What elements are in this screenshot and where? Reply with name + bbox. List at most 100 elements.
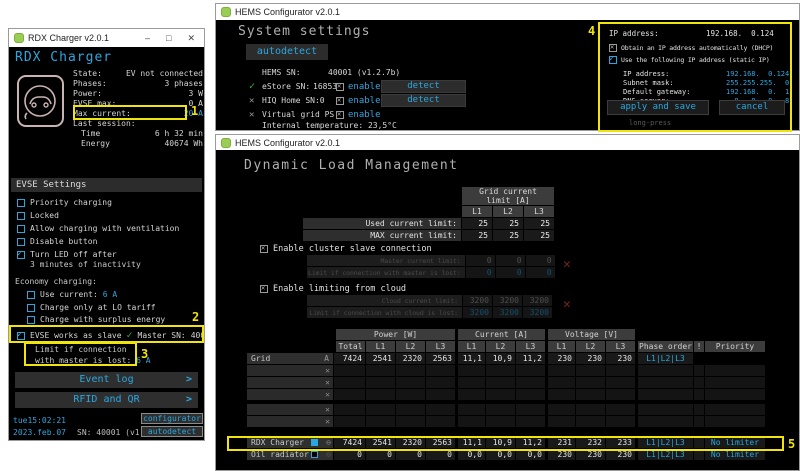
checkbox[interactable] — [17, 199, 25, 207]
device-enabled-checkbox[interactable] — [311, 451, 318, 458]
clock-time: tue15:02:21 — [13, 416, 66, 425]
led-off-option[interactable]: Turn LED off after — [17, 250, 117, 259]
antenna-icon: A — [324, 354, 329, 363]
connection-icon: ⊖ — [326, 450, 331, 459]
vgrid-label: Virtual grid PS: — [262, 110, 339, 119]
limit-lost-line2: with master is lost: 6 A — [35, 356, 151, 365]
static-ip-option[interactable]: Use the following IP address (static IP) — [609, 56, 770, 64]
checkbox[interactable] — [609, 44, 617, 52]
lo-tariff-option[interactable]: Charge only at LO tariff — [27, 303, 156, 312]
use-current-option[interactable]: Use current:6 A — [27, 290, 117, 299]
current-group-header: Current [A] — [456, 329, 545, 340]
cancel-button[interactable]: cancel — [719, 100, 785, 115]
checkbox[interactable] — [27, 304, 35, 312]
dhcp-option[interactable]: Obtain an IP address automatically (DHCP… — [609, 44, 773, 52]
energy-label: Energy — [81, 139, 110, 149]
checkbox[interactable] — [17, 212, 25, 220]
evse-max-label: EVSE max: — [73, 99, 116, 109]
phase-order-value: L1|L2|L3 — [636, 449, 693, 460]
checkbox[interactable] — [17, 238, 25, 246]
evse-max-value: 0 A — [189, 99, 203, 109]
checkbox[interactable] — [27, 316, 35, 324]
enable-checkbox[interactable] — [336, 111, 344, 119]
device-table: Power [W] Current [A] Voltage [V] Total … — [246, 328, 766, 461]
surplus-option[interactable]: Charge with surplus energy — [27, 315, 165, 324]
cloud-limit-table: Cloud current limit:320032003200 Limit i… — [306, 294, 553, 319]
clock-date: 2023.feb.07 — [13, 428, 66, 437]
rdx-titlebar: RDX Charger v2.0.1 – □ ✕ — [9, 29, 204, 47]
checkbox-checked[interactable] — [17, 332, 25, 340]
max-limit-l3[interactable]: 25 — [524, 230, 554, 241]
table-row-empty: ✕ — [247, 416, 765, 427]
col-l1: L1 — [546, 341, 575, 352]
ventilation-option[interactable]: Allow charging with ventilation — [17, 224, 179, 233]
minimize-icon[interactable]: – — [145, 33, 150, 44]
grid-limit-header: Grid current limit [A] — [462, 187, 554, 205]
rdx-charger-window: RDX Charger v2.0.1 – □ ✕ RDX Charger Sta… — [8, 28, 205, 441]
priority-charging-option[interactable]: Priority charging — [17, 198, 112, 207]
remove-row-icon[interactable]: ✕ — [325, 417, 330, 426]
charger-status-panel: State:EV not connected Phases:3 phases P… — [73, 69, 203, 149]
max-current-label: Max current: — [73, 109, 131, 119]
configurator-button[interactable]: configurator — [141, 413, 203, 424]
hiq-row: ✕ HIQ Home SN:0 enable detect — [216, 96, 596, 108]
hems-sn-label: HEMS SN: — [262, 68, 301, 77]
checkbox[interactable] — [17, 225, 25, 233]
cloud-error-icon: ✕ — [563, 297, 571, 312]
phase-order-value: L1|L2|L3 — [636, 437, 693, 448]
apply-and-save-button[interactable]: apply and save — [607, 100, 709, 115]
phases-label: Phases: — [73, 79, 107, 89]
cluster-slave-option[interactable]: Enable cluster slave connection — [260, 244, 432, 254]
default-gateway-value[interactable]: 192.168. 0. 1 — [726, 88, 789, 96]
locked-option[interactable]: Locked — [17, 211, 59, 220]
phases-value: 3 phases — [164, 79, 203, 89]
rfid-qr-button[interactable]: RFID and QR> — [15, 392, 198, 408]
cluster-limit-table: Master current limit:000 Limit if connec… — [306, 254, 556, 279]
grid-current-limit-table: Grid current limit [A] L1 L2 L3 Used cur… — [302, 186, 555, 242]
disable-button-option[interactable]: Disable button — [17, 237, 97, 246]
close-icon[interactable]: ✕ — [187, 33, 195, 44]
table-row-empty: ✕ — [247, 365, 765, 376]
ok-check-icon: ✓ — [127, 330, 133, 341]
detect-button[interactable]: detect — [381, 94, 466, 107]
used-limit-l1: 25 — [462, 218, 492, 229]
detect-button[interactable]: detect — [381, 80, 466, 93]
hiq-label: HIQ Home SN:0 — [262, 96, 325, 105]
priority-value[interactable]: No limiter — [705, 449, 765, 460]
state-value: EV not connected — [126, 69, 203, 79]
checkbox-checked[interactable] — [609, 56, 617, 64]
checkbox[interactable] — [260, 285, 268, 293]
device-enabled-checkbox[interactable] — [311, 439, 318, 446]
subnet-mask-value[interactable]: 255.255.255. 0 — [726, 79, 789, 87]
max-limit-l2[interactable]: 25 — [493, 230, 523, 241]
ip-address-value: 192.168. 0.124 — [706, 29, 774, 38]
static-ip-label: IP address: — [623, 70, 669, 78]
enable-label: enable — [348, 82, 381, 92]
subnet-mask-label: Subnet mask: — [623, 79, 674, 87]
checkbox[interactable] — [260, 245, 268, 253]
max-limit-l1[interactable]: 25 — [462, 230, 492, 241]
use-current-value: 6 A — [103, 290, 117, 299]
checkbox-checked[interactable] — [17, 251, 25, 259]
enable-checkbox[interactable] — [336, 83, 344, 91]
autodetect-button[interactable]: autodetect — [141, 426, 203, 437]
maximize-icon[interactable]: □ — [166, 33, 171, 44]
max-current-value: 20 A — [184, 109, 203, 119]
ev-car-icon — [17, 75, 64, 127]
col-l1: L1 — [462, 206, 492, 217]
evse-slave-option[interactable]: EVSE works as slave ✓ Master SN: 40000 — [17, 330, 204, 341]
enable-checkbox[interactable] — [336, 97, 344, 105]
checkbox[interactable] — [27, 291, 35, 299]
remove-row-icon[interactable]: ✕ — [325, 378, 330, 387]
cloud-limiting-option[interactable]: Enable limiting from cloud — [260, 284, 406, 294]
enable-label: enable — [348, 110, 381, 120]
remove-row-icon[interactable]: ✕ — [325, 366, 330, 375]
priority-value[interactable]: No limiter — [705, 437, 765, 448]
used-limit-l2: 25 — [493, 218, 523, 229]
remove-row-icon[interactable]: ✕ — [325, 390, 330, 399]
static-ip-value[interactable]: 192.168. 0.124 — [726, 70, 789, 78]
state-label: State: — [73, 69, 102, 79]
remove-row-icon[interactable]: ✕ — [325, 405, 330, 414]
autodetect-button[interactable]: autodetect — [246, 44, 328, 60]
event-log-button[interactable]: Event log> — [15, 372, 198, 388]
